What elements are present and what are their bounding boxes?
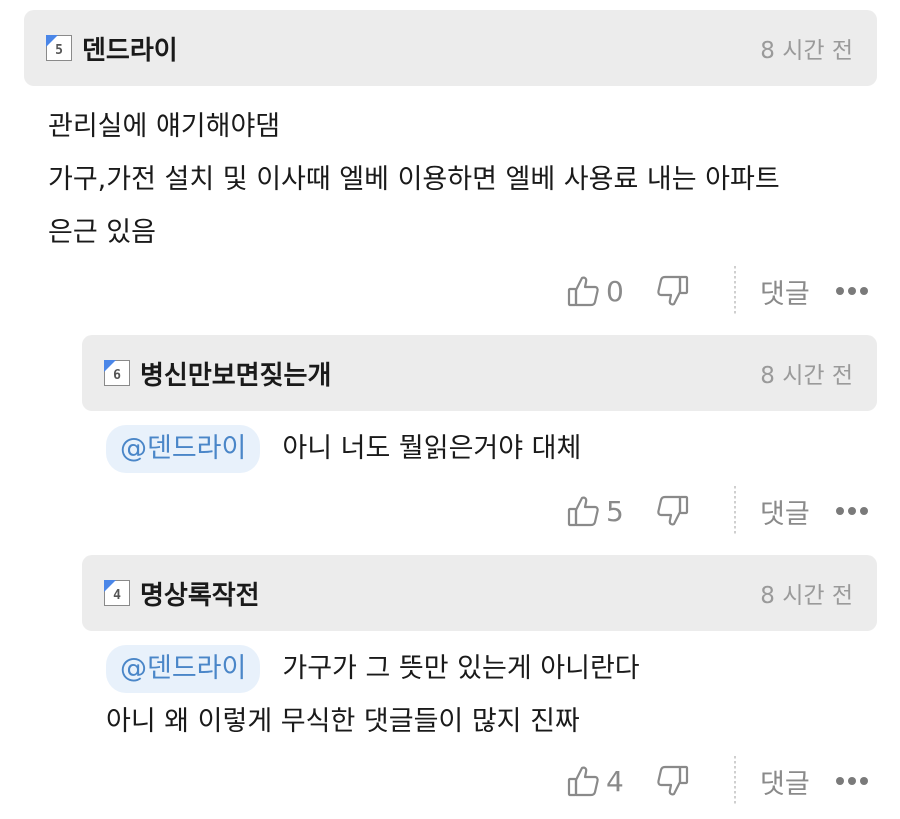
like-count: 4 bbox=[606, 764, 624, 798]
reply-button[interactable]: 댓글 bbox=[760, 272, 810, 311]
thumbs-up-icon[interactable] bbox=[566, 764, 600, 798]
comment-header: 6 병신만보면짖는개 8 시간 전 bbox=[82, 335, 877, 411]
reply-button[interactable]: 댓글 bbox=[760, 492, 810, 531]
comment-line: 관리실에 얘기해야댐 bbox=[48, 111, 281, 142]
comment-line: 가구가 그 뜻만 있는게 아니란다 bbox=[282, 653, 640, 684]
comment-actions: 4 댓글 bbox=[566, 756, 868, 806]
comment-actions: 5 댓글 bbox=[566, 486, 868, 536]
thumbs-up-icon[interactable] bbox=[566, 494, 600, 528]
thumbs-down-icon[interactable] bbox=[656, 764, 690, 798]
comment-line: 가구,가전 설치 및 이사때 엘베 이용하면 엘베 사용료 내는 아파트 bbox=[48, 164, 780, 195]
like-count: 0 bbox=[606, 274, 624, 308]
comment-header: 5 덴드라이 8 시간 전 bbox=[24, 10, 877, 86]
mention-tag[interactable]: @덴드라이 bbox=[106, 425, 261, 473]
timestamp: 8 시간 전 bbox=[760, 363, 853, 389]
reply-button[interactable]: 댓글 bbox=[760, 762, 810, 801]
author-name[interactable]: 덴드라이 bbox=[82, 30, 760, 67]
comment-line: 아니 왜 이렇게 무식한 댓글들이 많지 진짜 bbox=[106, 706, 580, 737]
thumbs-up-icon[interactable] bbox=[566, 274, 600, 308]
thumbs-down-icon[interactable] bbox=[656, 494, 690, 528]
comment-body: @덴드라이 가구가 그 뜻만 있는게 아니란다 아니 왜 이렇게 무식한 댓글들이… bbox=[106, 642, 640, 748]
level-badge-icon: 6 bbox=[103, 359, 130, 386]
divider bbox=[734, 756, 736, 806]
comment-line: 아니 너도 뭘읽은거야 대체 bbox=[282, 433, 582, 464]
like-count: 5 bbox=[606, 494, 624, 528]
timestamp: 8 시간 전 bbox=[760, 583, 853, 609]
timestamp: 8 시간 전 bbox=[760, 38, 853, 64]
divider bbox=[734, 486, 736, 536]
thumbs-down-icon[interactable] bbox=[656, 274, 690, 308]
mention-tag[interactable]: @덴드라이 bbox=[106, 645, 261, 693]
comment-body: @덴드라이 아니 너도 뭘읽은거야 대체 bbox=[106, 422, 581, 475]
comment-actions: 0 댓글 bbox=[566, 266, 868, 316]
more-dots-icon[interactable] bbox=[835, 287, 868, 295]
author-name[interactable]: 명상록작전 bbox=[140, 575, 760, 612]
more-dots-icon[interactable] bbox=[835, 507, 868, 515]
more-dots-icon[interactable] bbox=[835, 777, 868, 785]
divider bbox=[734, 266, 736, 316]
comment-line: 은근 있음 bbox=[48, 217, 156, 248]
comment-header: 4 명상록작전 8 시간 전 bbox=[82, 555, 877, 631]
level-badge-icon: 4 bbox=[103, 579, 130, 606]
author-name[interactable]: 병신만보면짖는개 bbox=[140, 355, 760, 392]
level-badge-icon: 5 bbox=[45, 34, 72, 61]
comment-body: 관리실에 얘기해야댐 가구,가전 설치 및 이사때 엘베 이용하면 엘베 사용료… bbox=[48, 100, 780, 259]
